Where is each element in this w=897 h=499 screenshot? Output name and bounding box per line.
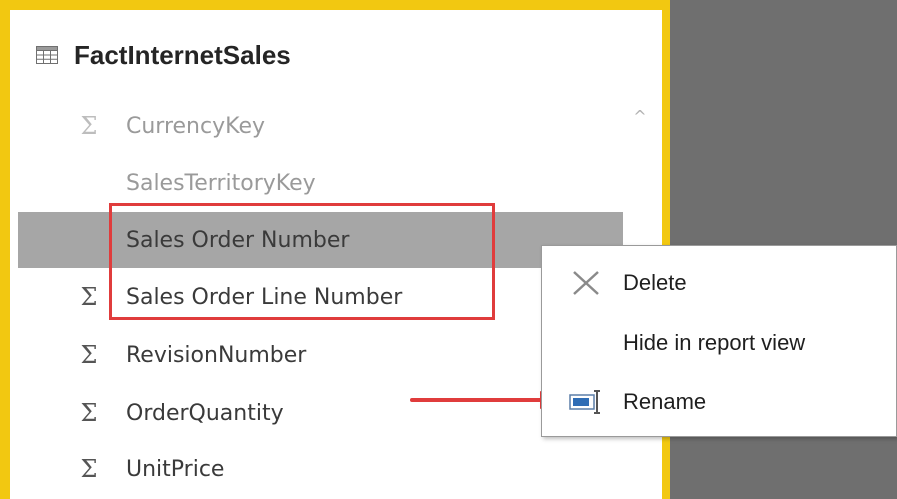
menu-label: Delete [623,270,687,295]
table-icon [36,46,58,64]
field-row-revisionnumber[interactable]: Σ RevisionNumber [18,327,623,383]
field-label: RevisionNumber [126,342,307,368]
table-name: FactInternetSales [74,39,291,70]
table-header[interactable]: FactInternetSales [36,38,291,72]
red-arrow-annotation [410,391,560,409]
menu-item-rename[interactable]: Rename [542,378,897,426]
scroll-up-chevron-icon[interactable]: ^ [628,104,652,128]
sigma-icon: Σ [80,341,98,369]
context-menu: Delete Hide in report view Rename [541,245,897,437]
sigma-icon: Σ [80,455,98,483]
field-row-currencykey[interactable]: Σ CurrencyKey [18,98,623,154]
rename-icon [569,390,600,414]
field-row-unitprice[interactable]: Σ UnitPrice [18,441,623,497]
field-label: UnitPrice [126,456,225,482]
field-label: OrderQuantity [126,400,284,426]
menu-label: Hide in report view [623,330,806,355]
delete-x-icon [573,271,599,295]
highlight-box [109,203,495,320]
sigma-icon: Σ [80,112,98,140]
menu-item-hide-in-report-view[interactable]: Hide in report view [542,319,897,367]
sigma-icon: Σ [80,283,98,311]
field-label: CurrencyKey [126,113,266,139]
menu-label: Rename [623,389,707,414]
sigma-icon: Σ [80,399,98,427]
field-label: SalesTerritoryKey [126,170,316,196]
menu-item-delete[interactable]: Delete [542,259,897,307]
